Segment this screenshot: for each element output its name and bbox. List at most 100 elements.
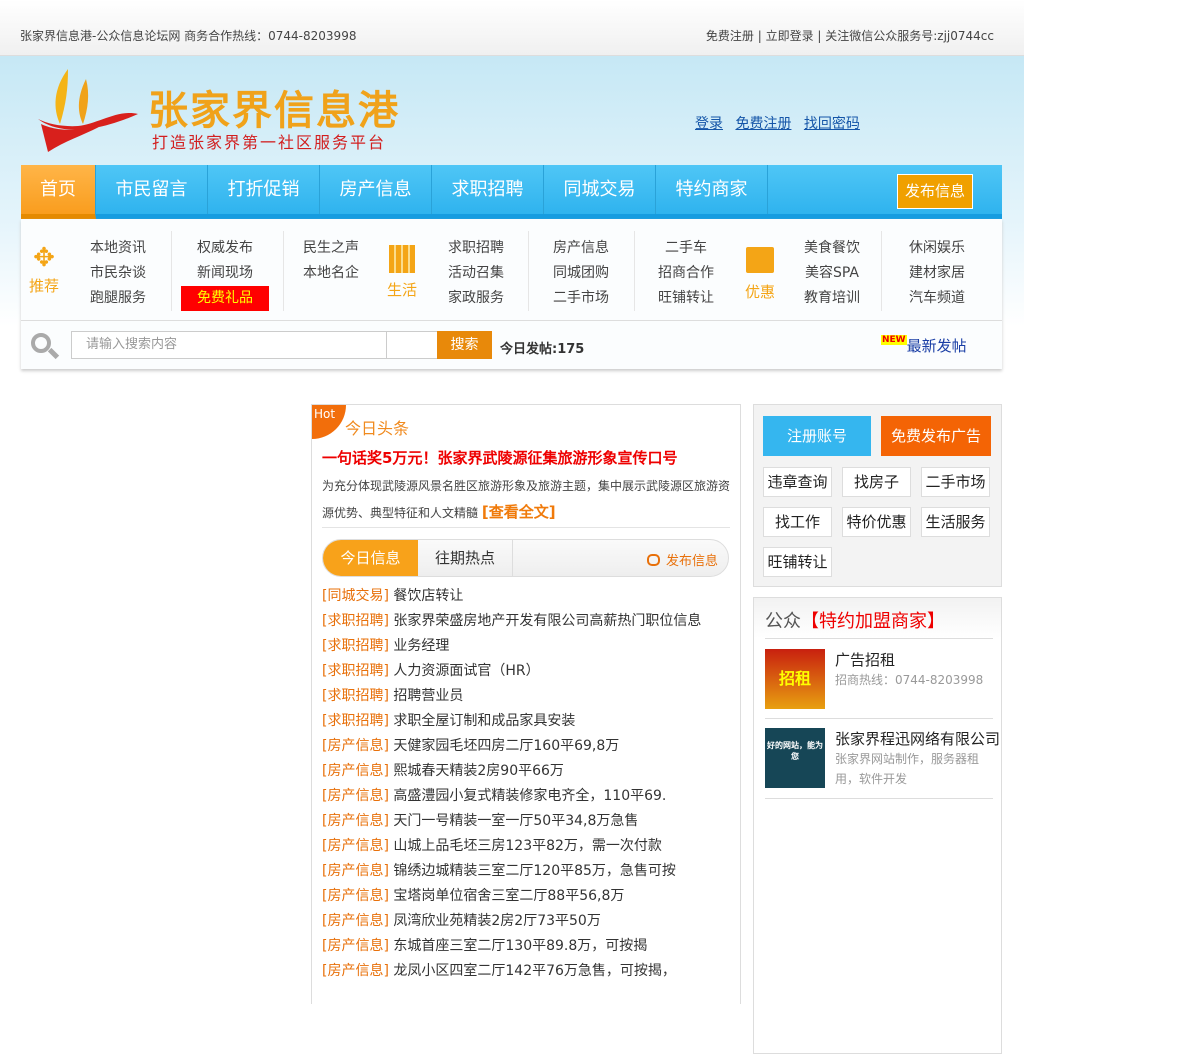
free-ad-button[interactable]: 免费发布广告 xyxy=(881,416,991,456)
quick-link[interactable]: 找房子 xyxy=(842,467,911,497)
list-item-category[interactable]: [房产信息] xyxy=(322,913,389,929)
list-item-category[interactable]: [房产信息] xyxy=(322,738,389,754)
recover-password-link[interactable]: 找回密码 xyxy=(804,116,860,132)
list-item-category[interactable]: [房产信息] xyxy=(322,763,389,779)
list-item[interactable]: [求职招聘] 人力资源面试官（HR） xyxy=(322,659,701,684)
list-item-category[interactable]: [房产信息] xyxy=(322,838,389,854)
list-item[interactable]: [同城交易] 餐饮店转让 xyxy=(322,584,701,609)
list-item-title[interactable]: 招聘营业员 xyxy=(393,688,463,704)
submenu-item[interactable]: 求职招聘 xyxy=(441,236,511,261)
tab-past[interactable]: 往期热点 xyxy=(418,540,513,576)
submenu-item[interactable]: 本地资讯 xyxy=(83,236,153,261)
list-item[interactable]: [房产信息] 锦绣边城精装三室二厅120平85万，急售可按 xyxy=(322,859,701,884)
list-item-title[interactable]: 锦绣边城精装三室二厅120平85万，急售可按 xyxy=(393,863,676,879)
search-button[interactable]: 搜索 xyxy=(437,331,492,359)
quick-link[interactable]: 旺铺转让 xyxy=(763,547,832,577)
list-item-title[interactable]: 天门一号精装一室一厅50平34,8万急售 xyxy=(393,813,638,829)
submenu-item[interactable]: 跑腿服务 xyxy=(83,286,153,311)
list-item[interactable]: [求职招聘] 求职全屋订制和成品家具安装 xyxy=(322,709,701,734)
submenu-item[interactable]: 休闲娱乐 xyxy=(901,236,973,261)
read-more-link[interactable]: [查看全文] xyxy=(482,503,556,521)
list-item[interactable]: [求职招聘] 张家界荣盛房地产开发有限公司高薪热门职位信息 xyxy=(322,609,701,634)
submenu-item[interactable]: 民生之声 xyxy=(296,236,366,261)
submenu-item[interactable]: 家政服务 xyxy=(441,286,511,311)
top-links[interactable]: 免费注册 | 立即登录 | 关注微信公众服务号:zjj0744cc xyxy=(706,27,994,44)
quick-link[interactable]: 生活服务 xyxy=(921,507,990,537)
list-item-title[interactable]: 人力资源面试官（HR） xyxy=(393,663,539,679)
headline-link[interactable]: 一句话奖5万元！张家界武陵源征集旅游形象宣传口号 xyxy=(322,447,677,468)
tab-today[interactable]: 今日信息 xyxy=(323,540,418,576)
merchant-image[interactable]: 招租 xyxy=(765,649,825,709)
nav-realestate[interactable]: 房产信息 xyxy=(320,165,432,214)
list-item-title[interactable]: 张家界荣盛房地产开发有限公司高薪热门职位信息 xyxy=(393,613,701,629)
list-item[interactable]: [房产信息] 山城上品毛坯三房123平82万，需一次付款 xyxy=(322,834,701,859)
list-item-title[interactable]: 求职全屋订制和成品家具安装 xyxy=(393,713,575,729)
submenu-item[interactable]: 美容SPA xyxy=(796,261,868,286)
list-item[interactable]: [房产信息] 高盛澧园小复式精装修家电齐全，110平69. xyxy=(322,784,701,809)
list-item-category[interactable]: [房产信息] xyxy=(322,938,389,954)
list-item-title[interactable]: 天健家园毛坯四房二厅160平69,8万 xyxy=(393,738,619,754)
nav-home[interactable]: 首页 xyxy=(21,165,96,219)
submenu-item[interactable]: 新闻现场 xyxy=(191,261,259,286)
submenu-item[interactable]: 本地名企 xyxy=(296,261,366,286)
list-item-title[interactable]: 宝塔岗单位宿舍三室二厅88平56,8万 xyxy=(393,888,624,904)
list-item[interactable]: [房产信息] 龙凤小区四室二厅142平76万急售，可按揭， xyxy=(322,959,701,984)
quick-link[interactable]: 找工作 xyxy=(763,507,832,537)
submenu-item[interactable]: 二手车 xyxy=(651,236,721,261)
publish-button[interactable]: 发布信息 xyxy=(897,174,973,209)
merchant-name[interactable]: 张家界程迅网络有限公司 xyxy=(835,728,1000,749)
search-input[interactable]: 请输入搜索内容 xyxy=(71,331,387,359)
list-item-category[interactable]: [求职招聘] xyxy=(322,663,389,679)
list-item-title[interactable]: 山城上品毛坯三房123平82万，需一次付款 xyxy=(393,838,662,854)
list-item-category[interactable]: [求职招聘] xyxy=(322,688,389,704)
register-account-button[interactable]: 注册账号 xyxy=(763,416,871,456)
publish-info-link[interactable]: 发布信息 xyxy=(646,550,718,569)
register-link[interactable]: 免费注册 xyxy=(735,116,791,132)
submenu-item[interactable]: 市民杂谈 xyxy=(83,261,153,286)
submenu-item[interactable]: 活动召集 xyxy=(441,261,511,286)
list-item-category[interactable]: [同城交易] xyxy=(322,588,389,604)
submenu-item[interactable]: 同城团购 xyxy=(546,261,616,286)
submenu-item[interactable]: 招商合作 xyxy=(651,261,721,286)
list-item-category[interactable]: [求职招聘] xyxy=(322,713,389,729)
list-item[interactable]: [求职招聘] 业务经理 xyxy=(322,634,701,659)
quick-link[interactable]: 二手市场 xyxy=(921,467,990,497)
login-link[interactable]: 登录 xyxy=(695,116,723,132)
list-item-title[interactable]: 龙凤小区四室二厅142平76万急售，可按揭， xyxy=(393,963,676,979)
list-item[interactable]: [房产信息] 宝塔岗单位宿舍三室二厅88平56,8万 xyxy=(322,884,701,909)
quick-link[interactable]: 违章查询 xyxy=(763,467,832,497)
submenu-item[interactable]: 权威发布 xyxy=(191,236,259,261)
list-item[interactable]: [房产信息] 东城首座三室二厅130平89.8万，可按揭 xyxy=(322,934,701,959)
list-item[interactable]: [房产信息] 熙城春天精装2房90平66万 xyxy=(322,759,701,784)
list-item-category[interactable]: [房产信息] xyxy=(322,813,389,829)
list-item-title[interactable]: 熙城春天精装2房90平66万 xyxy=(393,763,564,779)
submenu-item[interactable]: 汽车频道 xyxy=(901,286,973,311)
search-scope-select[interactable] xyxy=(386,331,438,359)
nav-trade[interactable]: 同城交易 xyxy=(544,165,656,214)
list-item-category[interactable]: [房产信息] xyxy=(322,863,389,879)
list-item[interactable]: [房产信息] 天健家园毛坯四房二厅160平69,8万 xyxy=(322,734,701,759)
list-item-title[interactable]: 东城首座三室二厅130平89.8万，可按揭 xyxy=(393,938,647,954)
list-item[interactable]: [房产信息] 凤湾欣业苑精装2房2厅73平50万 xyxy=(322,909,701,934)
submenu-item[interactable]: 二手市场 xyxy=(546,286,616,311)
list-item-category[interactable]: [房产信息] xyxy=(322,788,389,804)
submenu-item[interactable]: 建材家居 xyxy=(901,261,973,286)
submenu-item-gift[interactable]: 免费礼品 xyxy=(181,286,269,311)
nav-merchants[interactable]: 特约商家 xyxy=(656,165,768,214)
nav-jobs[interactable]: 求职招聘 xyxy=(432,165,544,214)
newest-posts-link[interactable]: NEW最新发帖 xyxy=(881,335,967,356)
list-item-title[interactable]: 业务经理 xyxy=(393,638,449,654)
merchant-name[interactable]: 广告招租 xyxy=(835,649,895,670)
list-item[interactable]: [求职招聘] 招聘营业员 xyxy=(322,684,701,709)
nav-messages[interactable]: 市民留言 xyxy=(96,165,208,214)
list-item-title[interactable]: 凤湾欣业苑精装2房2厅73平50万 xyxy=(393,913,600,929)
list-item-category[interactable]: [求职招聘] xyxy=(322,638,389,654)
submenu-item[interactable]: 房产信息 xyxy=(546,236,616,261)
list-item-title[interactable]: 高盛澧园小复式精装修家电齐全，110平69. xyxy=(393,788,666,804)
submenu-item[interactable]: 教育培训 xyxy=(796,286,868,311)
nav-discounts[interactable]: 打折促销 xyxy=(208,165,320,214)
merchant-image[interactable]: 好的网站，能为您 xyxy=(765,728,825,788)
list-item-category[interactable]: [房产信息] xyxy=(322,888,389,904)
list-item-category[interactable]: [求职招聘] xyxy=(322,613,389,629)
list-item-title[interactable]: 餐饮店转让 xyxy=(393,588,463,604)
